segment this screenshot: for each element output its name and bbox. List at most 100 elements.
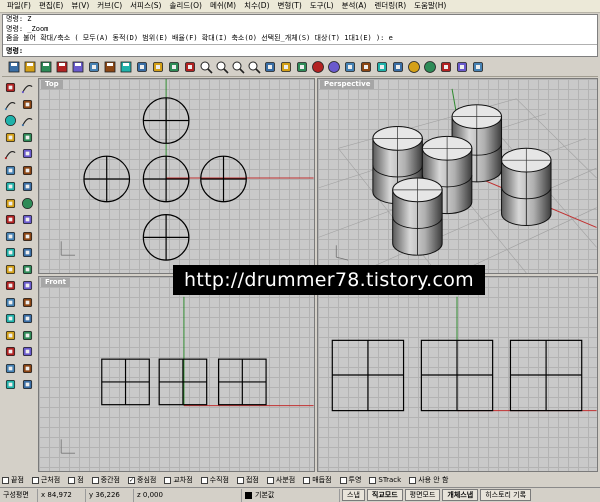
status-toggle-button[interactable]: 스냅 — [342, 489, 365, 501]
menu-item[interactable]: 서피스(S) — [126, 0, 165, 12]
ellipse-icon[interactable] — [2, 130, 18, 145]
osnap-checkbox[interactable]: ✓ — [128, 476, 135, 484]
viewport-title-top[interactable]: Top — [41, 80, 63, 89]
osnap-option[interactable]: 사분점 — [266, 475, 295, 485]
cplane-label[interactable]: 구성평면 — [0, 488, 38, 502]
mesh-edit-icon[interactable] — [19, 229, 35, 244]
blue-sphere-icon[interactable] — [406, 59, 422, 75]
osnap-checkbox[interactable] — [236, 476, 244, 484]
menu-item[interactable]: 커브(C) — [93, 0, 126, 12]
viewport-perspective[interactable]: Perspective — [317, 78, 598, 274]
osnap-checkbox[interactable] — [91, 476, 99, 484]
light-icon[interactable] — [358, 59, 374, 75]
zoom-extents-icon[interactable] — [230, 59, 246, 75]
solid-sphere-icon[interactable] — [19, 196, 35, 211]
osnap-checkbox[interactable] — [266, 476, 274, 484]
explode-icon[interactable] — [19, 245, 35, 260]
status-toggle-button[interactable]: 직교모드 — [366, 489, 403, 501]
status-toggle-button[interactable]: 히스토리 기록 — [480, 489, 532, 501]
curve-icon[interactable] — [2, 146, 18, 161]
group-icon[interactable] — [2, 328, 18, 343]
viewport-title-perspective[interactable]: Perspective — [320, 80, 375, 89]
analyze-icon[interactable] — [2, 361, 18, 376]
circle-icon[interactable] — [2, 113, 18, 128]
open-folder-icon[interactable] — [22, 59, 38, 75]
osnap-checkbox[interactable] — [409, 476, 417, 484]
redo-icon[interactable] — [150, 59, 166, 75]
arc-icon[interactable] — [19, 113, 35, 128]
join-icon[interactable] — [2, 262, 18, 277]
print-icon[interactable] — [54, 59, 70, 75]
extrude-icon[interactable] — [2, 212, 18, 227]
current-layer[interactable]: 기본값 — [242, 488, 340, 502]
osnap-checkbox[interactable] — [369, 476, 377, 484]
menu-item[interactable]: 분석(A) — [338, 0, 371, 12]
menu-item[interactable]: 파일(F) — [3, 0, 35, 12]
osnap-option[interactable]: 사용 안 함 — [409, 475, 448, 485]
rectangle-icon[interactable] — [19, 97, 35, 112]
line-icon[interactable] — [2, 97, 18, 112]
new-file-icon[interactable] — [6, 59, 22, 75]
osnap-checkbox[interactable] — [339, 476, 347, 484]
offset-icon[interactable] — [19, 163, 35, 178]
grid-icon[interactable] — [262, 59, 278, 75]
polyline-icon[interactable] — [19, 80, 35, 95]
osnap-option[interactable]: 수직점 — [200, 475, 229, 485]
camera-icon[interactable] — [342, 59, 358, 75]
shaded-sphere-icon[interactable] — [310, 59, 326, 75]
osnap-checkbox[interactable] — [2, 476, 9, 484]
transform-icon[interactable] — [2, 245, 18, 260]
zoom-dynamic-icon[interactable] — [198, 59, 214, 75]
osnap-option[interactable]: 점 — [68, 475, 84, 485]
zoom-window-icon[interactable] — [214, 59, 230, 75]
menu-item[interactable]: 치수(D) — [240, 0, 273, 12]
viewport-front[interactable]: Front — [38, 276, 315, 472]
menu-item[interactable]: 변형(T) — [274, 0, 306, 12]
menu-item[interactable]: 솔리드(O) — [165, 0, 205, 12]
paste-icon[interactable] — [118, 59, 134, 75]
split-icon[interactable] — [2, 278, 18, 293]
scale-icon[interactable] — [2, 311, 18, 326]
pan-hand-icon[interactable] — [166, 59, 182, 75]
osnap-option[interactable]: 매듭점 — [303, 475, 332, 485]
cut-icon[interactable] — [86, 59, 102, 75]
menu-item[interactable]: 도구(L) — [306, 0, 338, 12]
tools-icon[interactable] — [454, 59, 470, 75]
help-icon[interactable] — [470, 59, 486, 75]
osnap-option[interactable]: 접점 — [236, 475, 259, 485]
block-icon[interactable] — [2, 377, 18, 392]
osnap-checkbox[interactable] — [164, 476, 172, 484]
status-toggle-button[interactable]: 평면모드 — [404, 489, 441, 501]
solid-box-icon[interactable] — [2, 196, 18, 211]
material-icon[interactable] — [390, 59, 406, 75]
osnap-checkbox[interactable] — [303, 476, 311, 484]
loft-icon[interactable] — [19, 212, 35, 227]
layers-icon[interactable] — [294, 59, 310, 75]
trim-icon[interactable] — [19, 262, 35, 277]
menu-item[interactable]: 뷰(V) — [67, 0, 93, 12]
render-icon[interactable] — [19, 361, 35, 376]
surface-edit-icon[interactable] — [19, 179, 35, 194]
osnap-option[interactable]: 교차점 — [164, 475, 193, 485]
osnap-checkbox[interactable] — [68, 476, 76, 484]
mirror-icon[interactable] — [19, 295, 35, 310]
dimension-icon[interactable] — [2, 344, 18, 359]
viewport-right[interactable] — [317, 276, 598, 472]
zoom-selected-icon[interactable] — [246, 59, 262, 75]
menu-item[interactable]: 편집(E) — [35, 0, 67, 12]
display-icon[interactable] — [19, 377, 35, 392]
osnap-option[interactable]: 근처점 — [31, 475, 60, 485]
osnap-option[interactable]: 투영 — [339, 475, 361, 485]
surface-icon[interactable] — [2, 179, 18, 194]
osnap-option[interactable]: 중간점 — [91, 475, 120, 485]
rendered-sphere-icon[interactable] — [326, 59, 342, 75]
point-icon[interactable] — [2, 80, 18, 95]
fillet-icon[interactable] — [2, 163, 18, 178]
save-small-icon[interactable] — [70, 59, 86, 75]
menu-item[interactable]: 렌더링(R) — [370, 0, 410, 12]
osnap-option[interactable]: ✓ 중심점 — [128, 475, 156, 485]
command-prompt-input[interactable]: 명령: — [3, 44, 597, 56]
gear-icon[interactable] — [438, 59, 454, 75]
color-palette-icon[interactable] — [374, 59, 390, 75]
osnap-option[interactable]: STrack — [369, 476, 401, 484]
